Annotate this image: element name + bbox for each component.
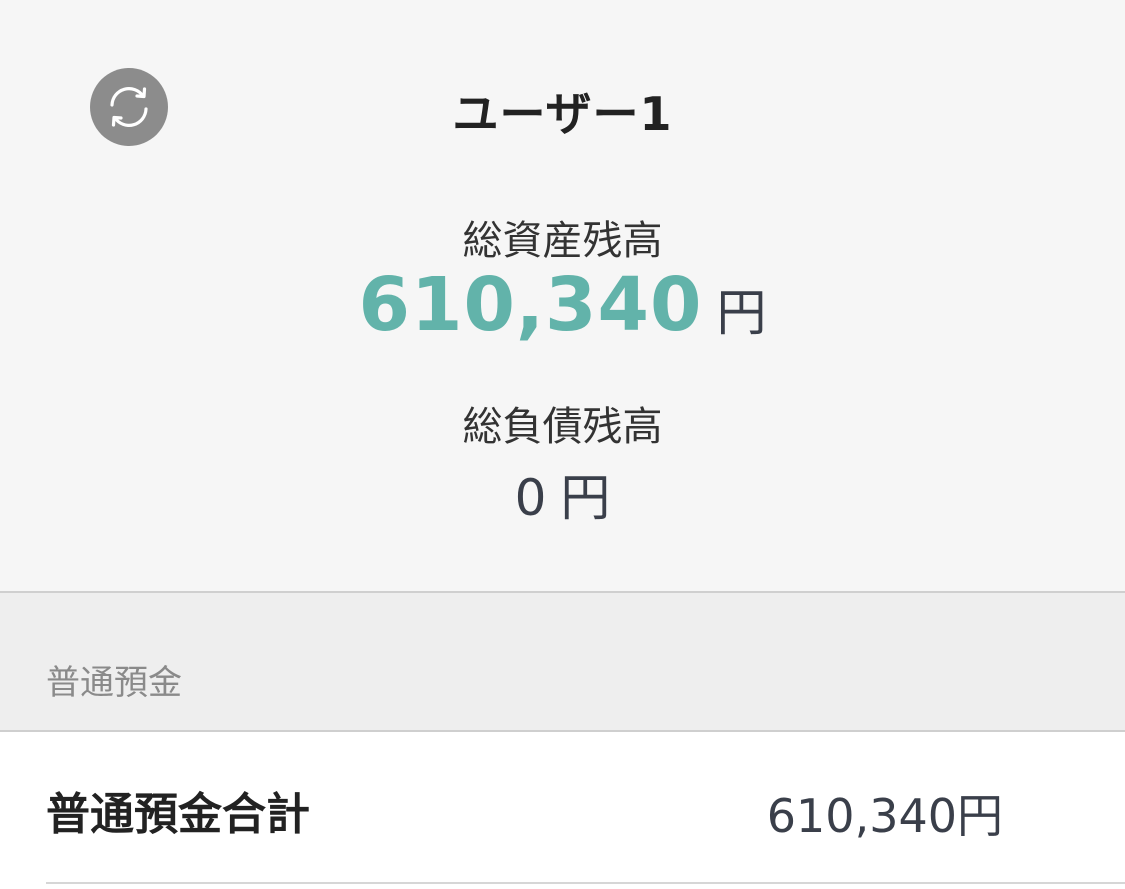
summary-panel: ユーザー1 総資産残高 610,340 円 総負債残高 0円 [0, 0, 1125, 591]
savings-total-label: 普通預金合計 [46, 789, 310, 840]
section-header: 普通預金 [0, 593, 1125, 730]
total-liabilities-value: 0 [514, 469, 547, 527]
total-assets-amount: 610,340 円 [0, 262, 1125, 348]
total-liabilities-label: 総負債残高 [462, 404, 663, 450]
total-liabilities-unit: 円 [560, 469, 611, 527]
total-liabilities-amount: 0円 [0, 458, 1125, 530]
total-assets-label: 総資産残高 [462, 218, 663, 264]
savings-total-row[interactable]: 普通預金合計 610,340円 [0, 732, 1125, 882]
user-name-title: ユーザー1 [452, 87, 673, 141]
total-assets-unit: 円 [716, 284, 767, 342]
savings-total-value: 610,340円 [766, 789, 1003, 843]
section-title: 普通預金 [46, 663, 182, 703]
divider [46, 882, 1125, 884]
total-assets-value: 610,340 [358, 262, 703, 348]
